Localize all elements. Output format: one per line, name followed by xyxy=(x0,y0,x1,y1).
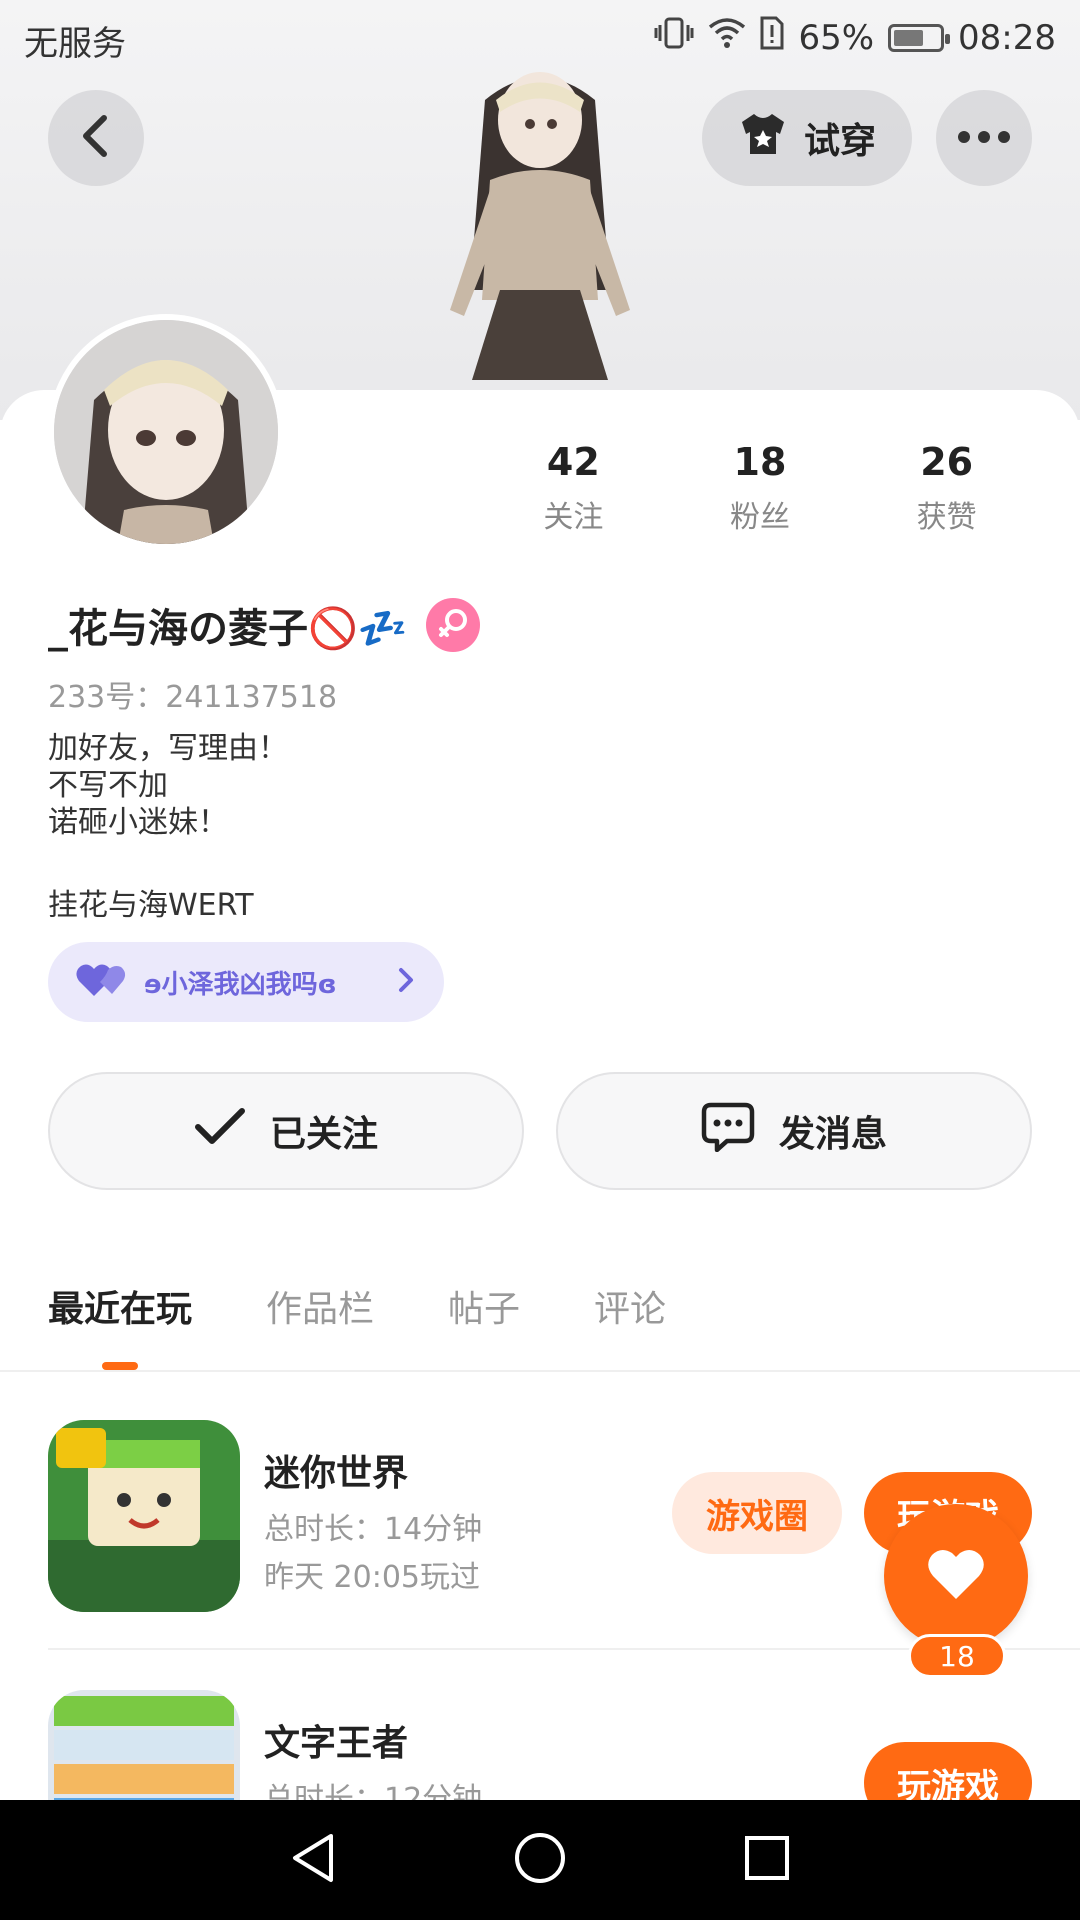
nav-home-icon xyxy=(513,1831,567,1889)
bio-line: 不写不加 xyxy=(48,768,168,803)
avatar-3d-figure xyxy=(430,60,650,390)
stat-likes[interactable]: 26 获赞 xyxy=(853,440,1040,536)
stat-value: 42 xyxy=(546,440,600,484)
tab-comments[interactable]: 评论 xyxy=(594,1280,666,1332)
bio-extra: 挂花与海WERT xyxy=(48,888,254,923)
message-button[interactable]: 发消息 xyxy=(556,1072,1032,1190)
list-item[interactable]: 文字王者 总时长：12分钟 玩游戏 xyxy=(48,1690,1080,1800)
cp-name: ɘ小泽我凶我吗ɞ xyxy=(144,969,337,1000)
nickname-row: _花与海の菱子🚫💤 xyxy=(48,596,480,654)
wifi-icon xyxy=(708,17,746,58)
battery-level xyxy=(894,29,924,46)
nickname: _花与海の菱子🚫💤 xyxy=(48,606,408,652)
stat-label: 获赞 xyxy=(916,500,977,535)
check-icon xyxy=(194,1107,246,1156)
profile-stats: 42 关注 18 粉丝 26 获赞 xyxy=(480,440,1040,536)
play-game-button[interactable]: 玩游戏 xyxy=(864,1742,1032,1800)
bio-line: 加好友，写理由！ xyxy=(48,731,288,766)
avatar[interactable] xyxy=(48,314,284,550)
nav-recents-button[interactable] xyxy=(727,1820,807,1900)
following-label: 已关注 xyxy=(269,1114,378,1155)
game-last-played: 昨天 20:05玩过 xyxy=(264,1560,480,1595)
stat-followers[interactable]: 18 粉丝 xyxy=(667,440,854,536)
carrier-text: 无服务 xyxy=(24,24,126,64)
heart-icon xyxy=(926,1547,986,1605)
chevron-right-icon xyxy=(396,966,416,998)
tab-recent-play[interactable]: 最近在玩 xyxy=(48,1280,192,1332)
message-label: 发消息 xyxy=(778,1114,887,1155)
game-name: 迷你世界 xyxy=(264,1453,409,1494)
stat-label: 关注 xyxy=(543,500,604,535)
female-icon xyxy=(425,598,480,652)
tab-works[interactable]: 作品栏 xyxy=(266,1280,374,1332)
tshirt-icon xyxy=(738,112,788,165)
profile-tabs: 最近在玩 作品栏 帖子 评论 xyxy=(48,1280,666,1332)
following-button[interactable]: 已关注 xyxy=(48,1072,524,1190)
more-icon xyxy=(957,129,1011,148)
battery-icon xyxy=(888,23,951,52)
game-icon-mini-world xyxy=(48,1420,240,1612)
like-fab[interactable] xyxy=(884,1504,1028,1648)
game-total-time: 总时长：14分钟 xyxy=(264,1512,483,1547)
try-on-label: 试穿 xyxy=(804,121,877,162)
like-count-badge: 18 xyxy=(908,1634,1006,1678)
status-icons: 65% 08:28 xyxy=(654,16,1056,59)
clock: 08:28 xyxy=(958,17,1056,58)
bio: 加好友，写理由！ 不写不加 诺砸小迷妹！ xyxy=(48,730,288,841)
game-icon-word-king xyxy=(48,1690,240,1800)
battery-percent: 65% xyxy=(798,17,875,58)
divider xyxy=(0,1370,1080,1372)
nav-home-button[interactable] xyxy=(500,1820,580,1900)
bio-line: 诺砸小迷妹！ xyxy=(48,805,228,840)
cp-relationship-chip[interactable]: ɘ小泽我凶我吗ɞ xyxy=(48,942,444,1022)
vibrate-icon xyxy=(654,16,694,59)
nav-recents-icon xyxy=(743,1834,791,1886)
nav-back-button[interactable] xyxy=(273,1820,353,1900)
back-button[interactable] xyxy=(48,90,144,186)
stat-following[interactable]: 42 关注 xyxy=(480,440,667,536)
back-icon xyxy=(78,114,114,162)
stat-value: 26 xyxy=(920,440,974,484)
user-id: 233号：241137518 xyxy=(48,680,338,715)
nav-back-icon xyxy=(289,1832,337,1888)
double-heart-icon xyxy=(76,962,130,1002)
more-button[interactable] xyxy=(936,90,1032,186)
chat-bubble-icon xyxy=(701,1102,755,1161)
sim-alert-icon xyxy=(760,16,784,59)
try-on-button[interactable]: 试穿 xyxy=(702,90,912,186)
stat-label: 粉丝 xyxy=(729,500,790,535)
tab-active-indicator xyxy=(102,1362,138,1370)
game-circle-button[interactable]: 游戏圈 xyxy=(672,1472,842,1554)
system-nav-bar xyxy=(0,1800,1080,1920)
game-total-time: 总时长：12分钟 xyxy=(264,1782,483,1800)
game-name: 文字王者 xyxy=(264,1723,409,1764)
stat-value: 18 xyxy=(733,440,787,484)
tab-posts[interactable]: 帖子 xyxy=(448,1280,520,1332)
